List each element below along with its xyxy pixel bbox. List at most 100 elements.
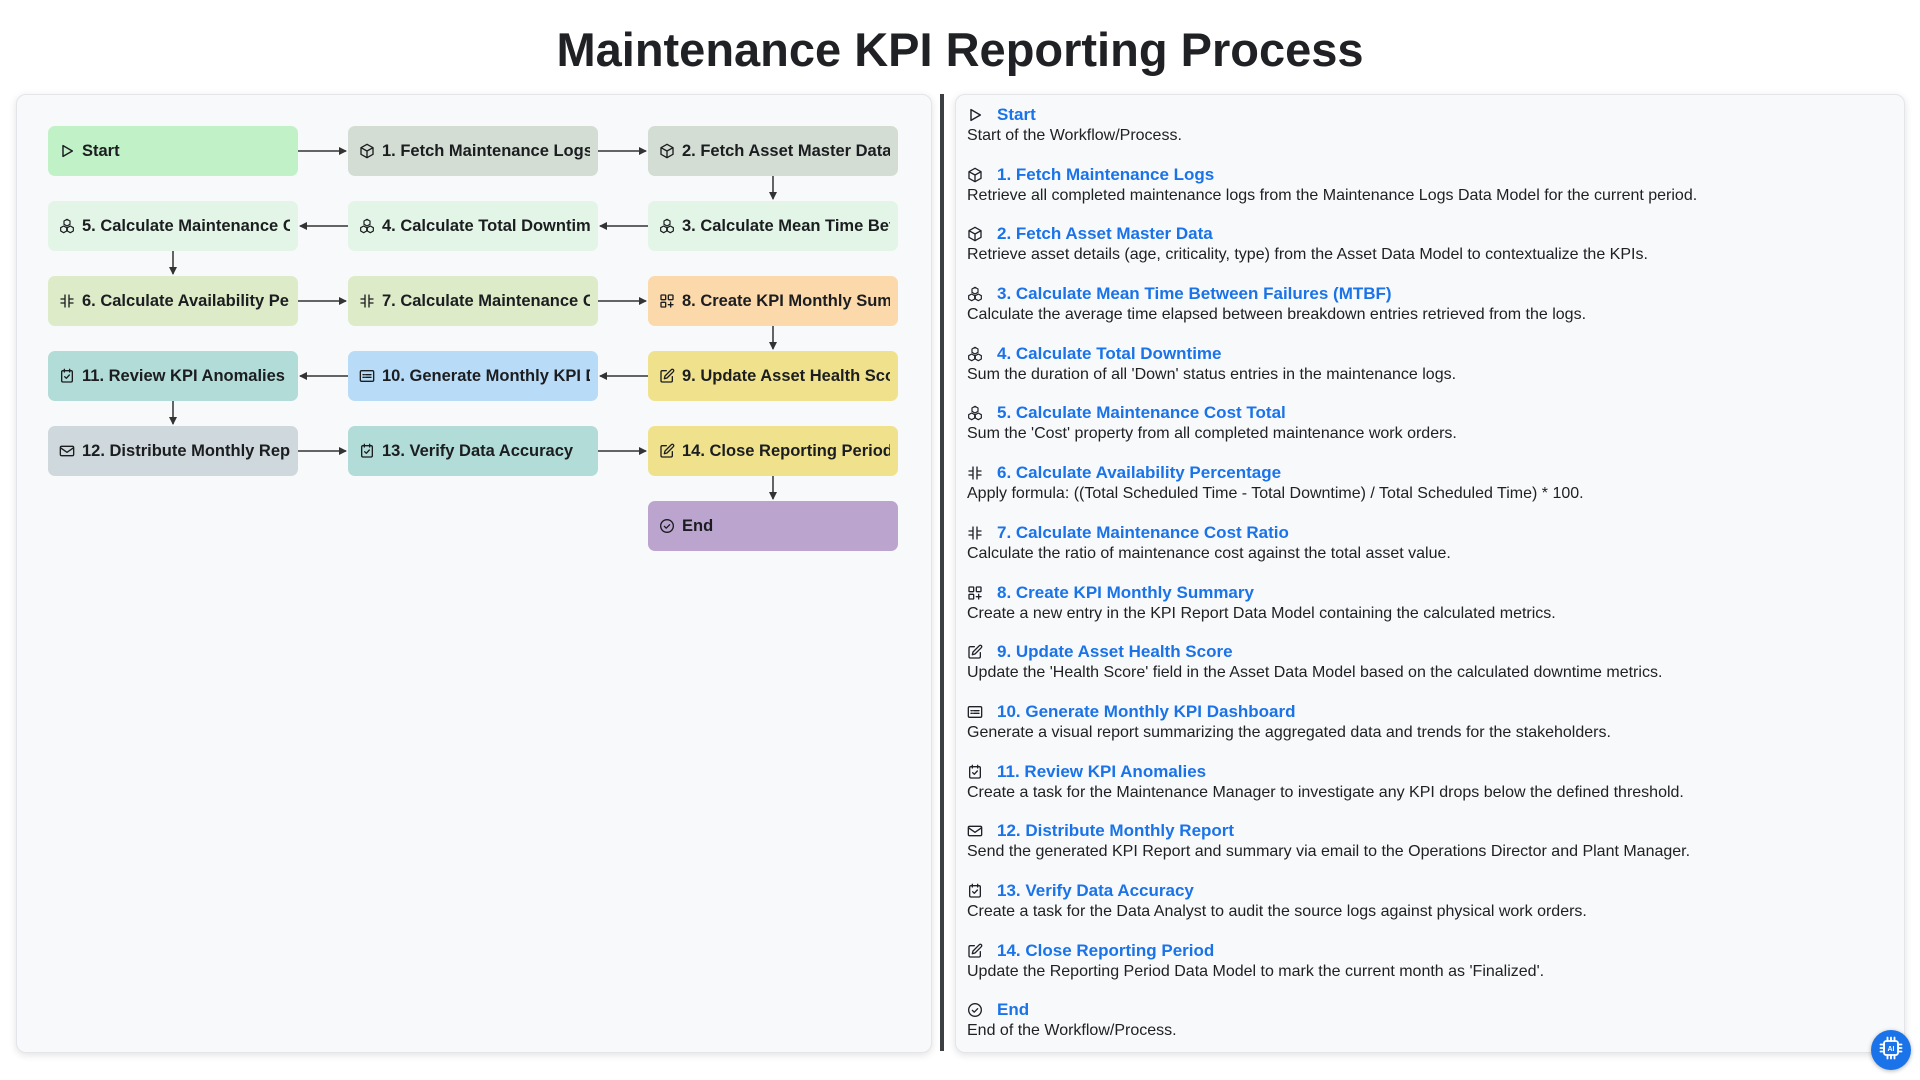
step-title-link[interactable]: 4. Calculate Total Downtime — [997, 344, 1222, 364]
step-title-link[interactable]: 1. Fetch Maintenance Logs — [997, 165, 1214, 185]
flow-node-label: 7. Calculate Maintenance C — [382, 291, 590, 310]
step-header[interactable]: 14. Close Reporting Period — [967, 940, 1887, 962]
flow-node-n11[interactable]: 11. Review KPI Anomalies — [48, 351, 298, 401]
step-item: Start Start of the Workflow/Process. — [967, 104, 1887, 164]
step-header[interactable]: 4. Calculate Total Downtime — [967, 343, 1887, 365]
step-header[interactable]: 13. Verify Data Accuracy — [967, 880, 1887, 902]
flow-node-n14[interactable]: 14. Close Reporting Period — [648, 426, 898, 476]
step-item: End End of the Workflow/Process. — [967, 999, 1887, 1059]
step-item: 1. Fetch Maintenance Logs Retrieve all co… — [967, 164, 1887, 224]
step-header[interactable]: 5. Calculate Maintenance Cost Total — [967, 402, 1887, 424]
ai-assistant-button[interactable]: AI — [1871, 1030, 1911, 1070]
edit-icon — [967, 943, 983, 959]
step-item: 5. Calculate Maintenance Cost Total Sum t… — [967, 402, 1887, 462]
step-header[interactable]: 9. Update Asset Health Score — [967, 641, 1887, 663]
flow-node-n3[interactable]: 3. Calculate Mean Time Bet — [648, 201, 898, 251]
check-circle-icon — [967, 1002, 983, 1018]
cubes-icon — [967, 346, 983, 362]
mail-icon — [967, 823, 983, 839]
flow-node-n12[interactable]: 12. Distribute Monthly Repo — [48, 426, 298, 476]
step-header[interactable]: 2. Fetch Asset Master Data — [967, 223, 1887, 245]
step-title-link[interactable]: 14. Close Reporting Period — [997, 941, 1214, 961]
panel-divider[interactable] — [940, 94, 944, 1051]
step-item: 12. Distribute Monthly Report Send the ge… — [967, 820, 1887, 880]
step-title-link[interactable]: 10. Generate Monthly KPI Dashboard — [997, 702, 1296, 722]
flow-node-label: 5. Calculate Maintenance C — [82, 216, 290, 235]
step-title-link[interactable]: 9. Update Asset Health Score — [997, 642, 1233, 662]
cubes-icon — [967, 405, 983, 421]
edit-icon — [659, 443, 675, 459]
flow-node-n10[interactable]: 10. Generate Monthly KPI D — [348, 351, 598, 401]
step-title-link[interactable]: 11. Review KPI Anomalies — [997, 762, 1206, 782]
step-header[interactable]: 6. Calculate Availability Percentage — [967, 462, 1887, 484]
step-description: Generate a visual report summarizing the… — [967, 723, 1611, 741]
step-header[interactable]: 12. Distribute Monthly Report — [967, 820, 1887, 842]
flow-node-n1[interactable]: 1. Fetch Maintenance Logs — [348, 126, 598, 176]
step-title-link[interactable]: 12. Distribute Monthly Report — [997, 821, 1234, 841]
step-item: 4. Calculate Total Downtime Sum the durat… — [967, 343, 1887, 403]
step-header[interactable]: Start — [967, 104, 1887, 126]
step-description: Sum the 'Cost' property from all complet… — [967, 425, 1457, 443]
play-icon — [59, 143, 75, 159]
flow-node-n5[interactable]: 5. Calculate Maintenance C — [48, 201, 298, 251]
step-title-link[interactable]: 6. Calculate Availability Percentage — [997, 463, 1281, 483]
cube-icon — [659, 143, 675, 159]
step-description: Update the Reporting Period Data Model t… — [967, 962, 1545, 980]
formula-icon — [359, 293, 375, 309]
step-title-link[interactable]: Start — [997, 105, 1036, 125]
step-title-link[interactable]: 5. Calculate Maintenance Cost Total — [997, 403, 1286, 423]
step-item: 2. Fetch Asset Master Data Retrieve asset… — [967, 223, 1887, 283]
cubes-icon — [659, 218, 675, 234]
step-description: Create a new entry in the KPI Report Dat… — [967, 604, 1556, 622]
ai-chip-icon: AI — [1877, 1034, 1905, 1067]
grid-plus-icon — [659, 293, 675, 309]
cube-icon — [359, 143, 375, 159]
play-icon — [967, 107, 983, 123]
step-header[interactable]: 11. Review KPI Anomalies — [967, 761, 1887, 783]
flow-node-label: 9. Update Asset Health Sco — [682, 366, 890, 385]
step-header[interactable]: End — [967, 999, 1887, 1021]
step-item: 7. Calculate Maintenance Cost Ratio Calcu… — [967, 522, 1887, 582]
flow-node-label: 6. Calculate Availability Per — [82, 291, 290, 310]
step-title-link[interactable]: 3. Calculate Mean Time Between Failures … — [997, 284, 1392, 304]
step-description: Create a task for the Maintenance Manage… — [967, 783, 1684, 801]
step-header[interactable]: 8. Create KPI Monthly Summary — [967, 582, 1887, 604]
flow-node-n2[interactable]: 2. Fetch Asset Master Data — [648, 126, 898, 176]
mail-icon — [59, 443, 75, 459]
page-title: Maintenance KPI Reporting Process — [556, 23, 1364, 76]
step-header[interactable]: 7. Calculate Maintenance Cost Ratio — [967, 522, 1887, 544]
flow-node-n6[interactable]: 6. Calculate Availability Per — [48, 276, 298, 326]
step-description: Calculate the ratio of maintenance cost … — [967, 544, 1451, 562]
step-description: Sum the duration of all 'Down' status en… — [967, 365, 1457, 383]
flow-node-label: 3. Calculate Mean Time Bet — [682, 216, 890, 235]
check-circle-icon — [659, 518, 675, 534]
step-header[interactable]: 3. Calculate Mean Time Between Failures … — [967, 283, 1887, 305]
step-title-link[interactable]: 13. Verify Data Accuracy — [997, 881, 1194, 901]
step-description: Start of the Workflow/Process. — [967, 127, 1182, 144]
flow-node-n13[interactable]: 13. Verify Data Accuracy — [348, 426, 598, 476]
step-header[interactable]: 1. Fetch Maintenance Logs — [967, 164, 1887, 186]
step-title-link[interactable]: End — [997, 1000, 1029, 1020]
svg-text:AI: AI — [1888, 1045, 1895, 1052]
flow-node-n4[interactable]: 4. Calculate Total Downtime — [348, 201, 598, 251]
flow-node-label: 12. Distribute Monthly Repo — [82, 441, 290, 460]
cubes-icon — [967, 286, 983, 302]
step-title-link[interactable]: 8. Create KPI Monthly Summary — [997, 583, 1254, 603]
step-title-link[interactable]: 2. Fetch Asset Master Data — [997, 224, 1213, 244]
step-title-link[interactable]: 7. Calculate Maintenance Cost Ratio — [997, 523, 1289, 543]
flow-node-label: 1. Fetch Maintenance Logs — [382, 141, 590, 160]
flow-node-n8[interactable]: 8. Create KPI Monthly Sum — [648, 276, 898, 326]
formula-icon — [967, 465, 983, 481]
flow-node-n9[interactable]: 9. Update Asset Health Sco — [648, 351, 898, 401]
flow-node-end[interactable]: End — [648, 501, 898, 551]
flow-node-label: 14. Close Reporting Period — [682, 441, 890, 460]
task-icon — [967, 764, 983, 780]
step-description: Update the 'Health Score' field in the A… — [967, 664, 1663, 682]
step-item: 13. Verify Data Accuracy Create a task fo… — [967, 880, 1887, 940]
flow-node-start[interactable]: Start — [48, 126, 298, 176]
edit-icon — [967, 644, 983, 660]
step-header[interactable]: 10. Generate Monthly KPI Dashboard — [967, 701, 1887, 723]
step-item: 9. Update Asset Health Score Update the '… — [967, 641, 1887, 701]
flow-node-n7[interactable]: 7. Calculate Maintenance C — [348, 276, 598, 326]
flow-node-label: 11. Review KPI Anomalies — [82, 366, 285, 385]
